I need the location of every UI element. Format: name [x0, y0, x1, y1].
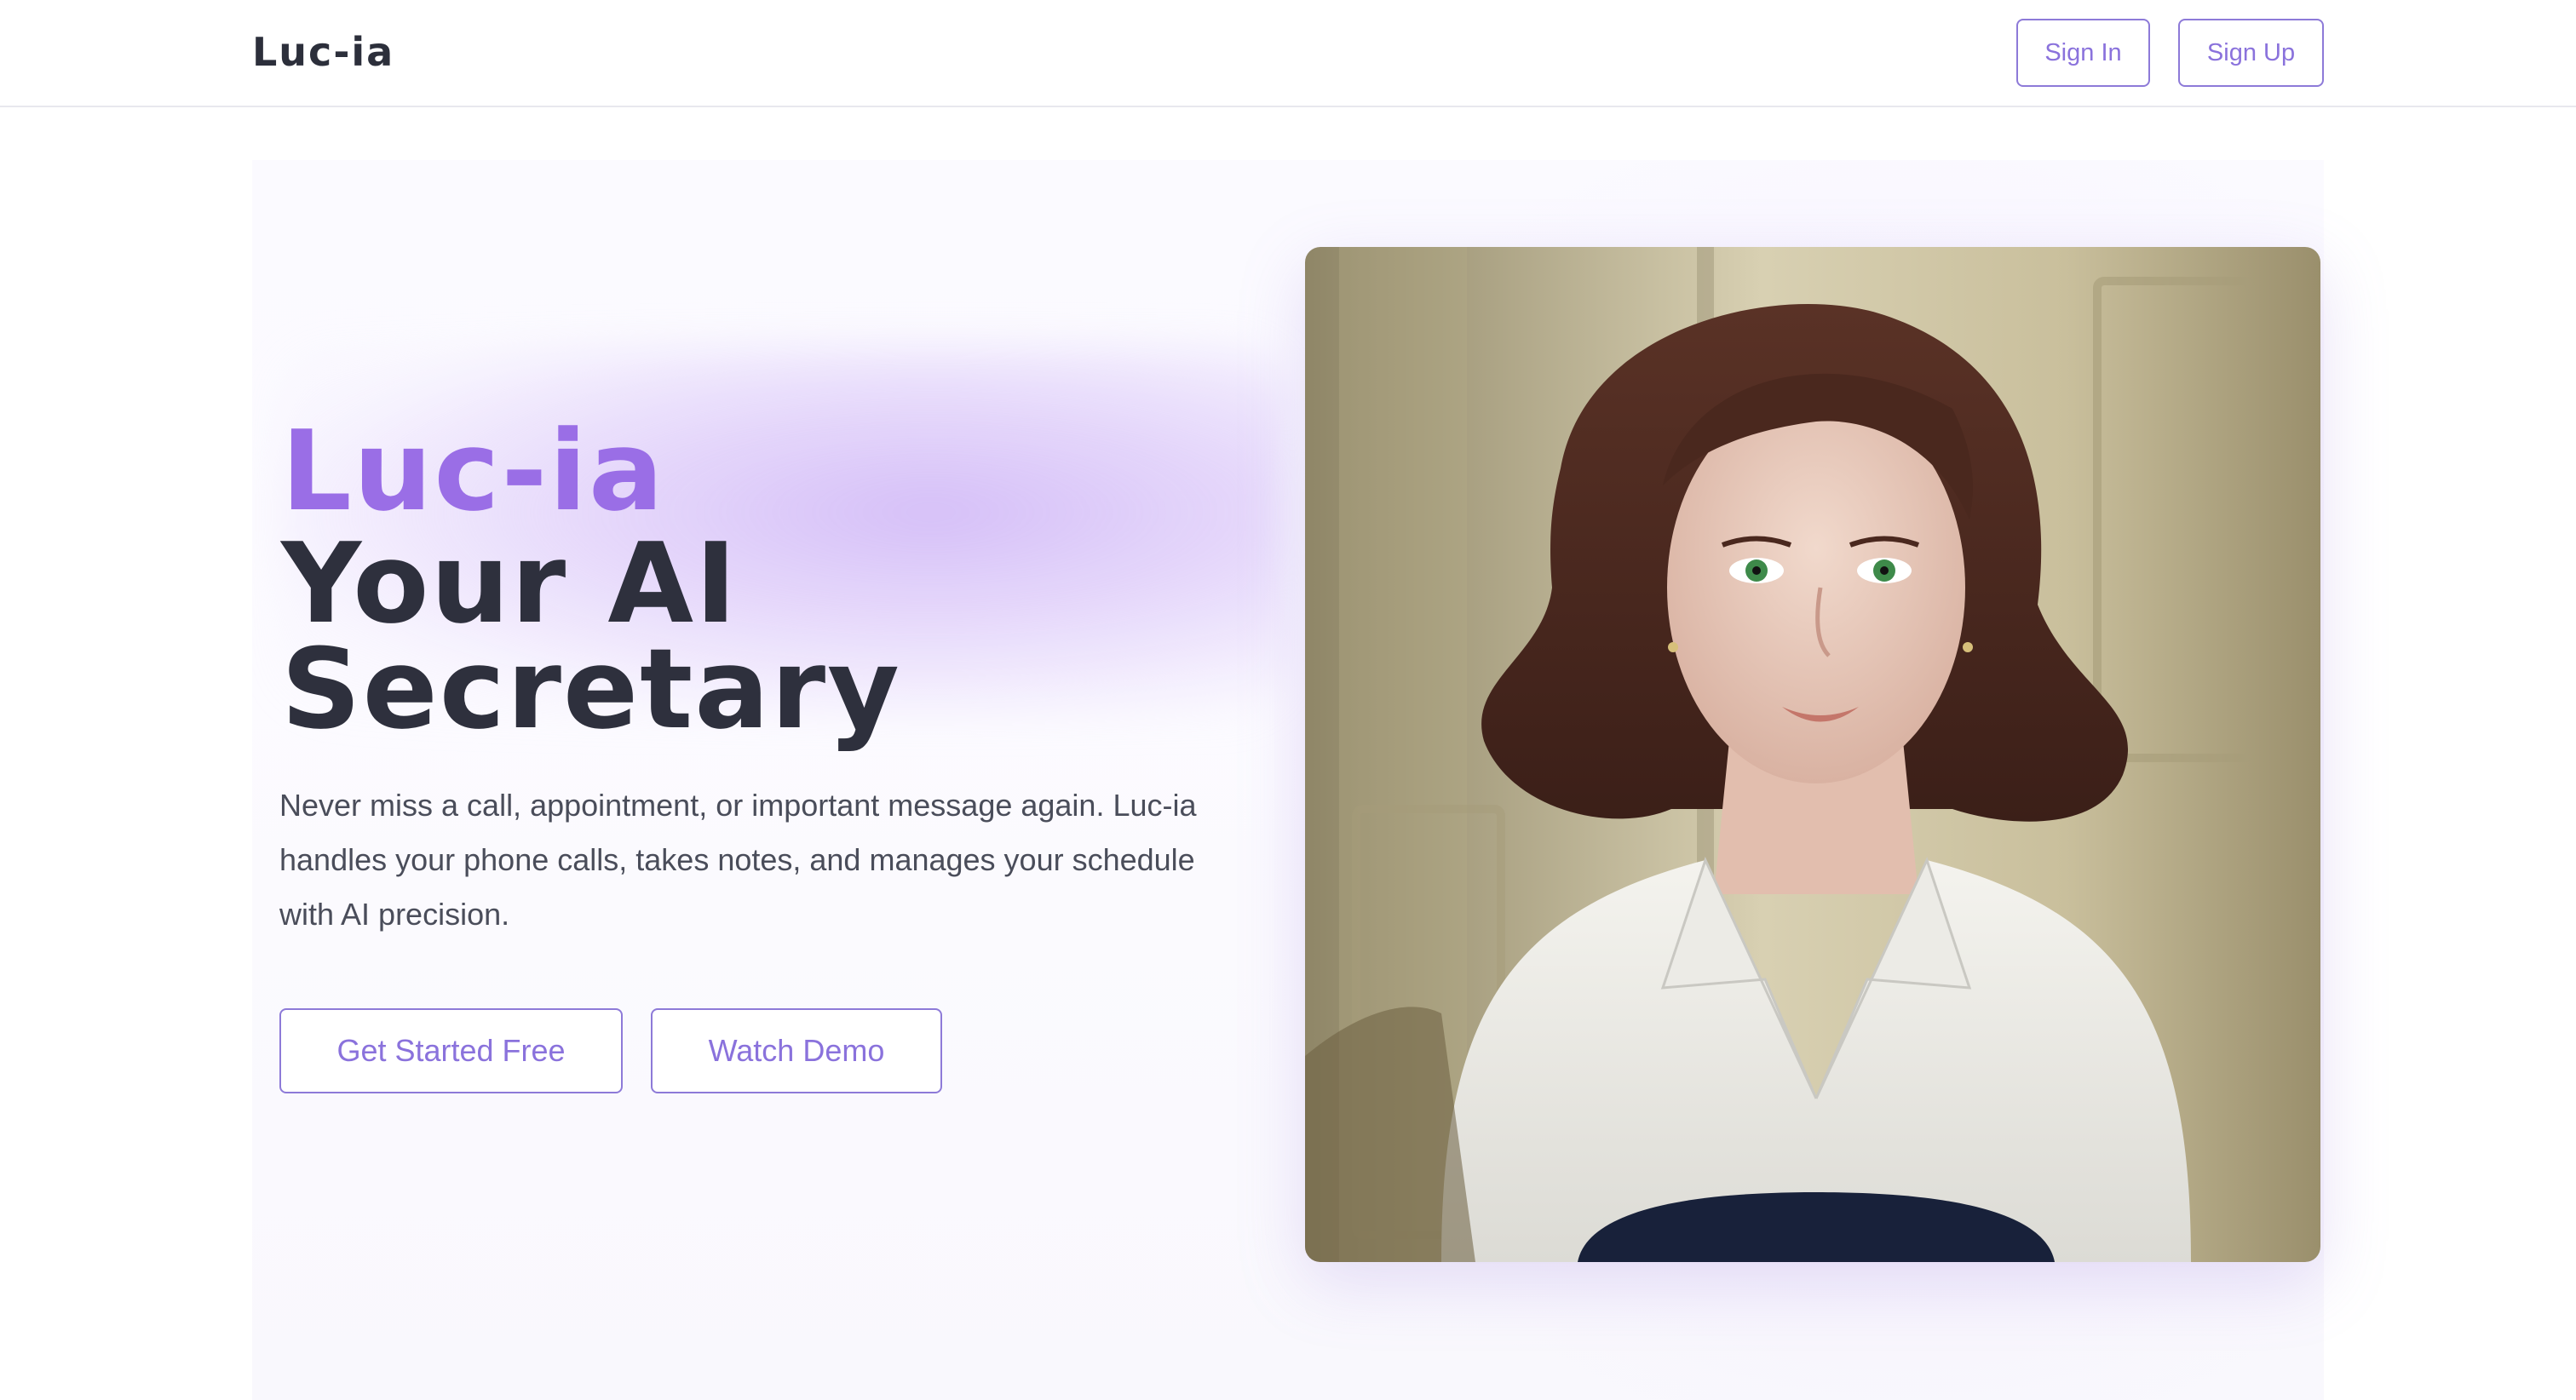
hero-title-line-1: Your AI	[281, 519, 739, 648]
hero-title-line-2: Secretary	[281, 624, 901, 754]
sign-in-button[interactable]: Sign In	[2016, 19, 2150, 87]
hero-description: Never miss a call, appointment, or impor…	[279, 788, 1197, 932]
hero-title-brand: Luc-ia	[281, 406, 665, 536]
watch-demo-button[interactable]: Watch Demo	[651, 1008, 942, 1093]
hero-portrait-image	[1305, 247, 2320, 1262]
get-started-button[interactable]: Get Started Free	[279, 1008, 623, 1093]
top-navbar: Luc-ia Sign In Sign Up	[0, 0, 2576, 107]
portrait-illustration	[1305, 247, 2320, 1262]
sign-up-button[interactable]: Sign Up	[2178, 19, 2324, 87]
brand-logo[interactable]: Luc-ia	[252, 26, 394, 78]
